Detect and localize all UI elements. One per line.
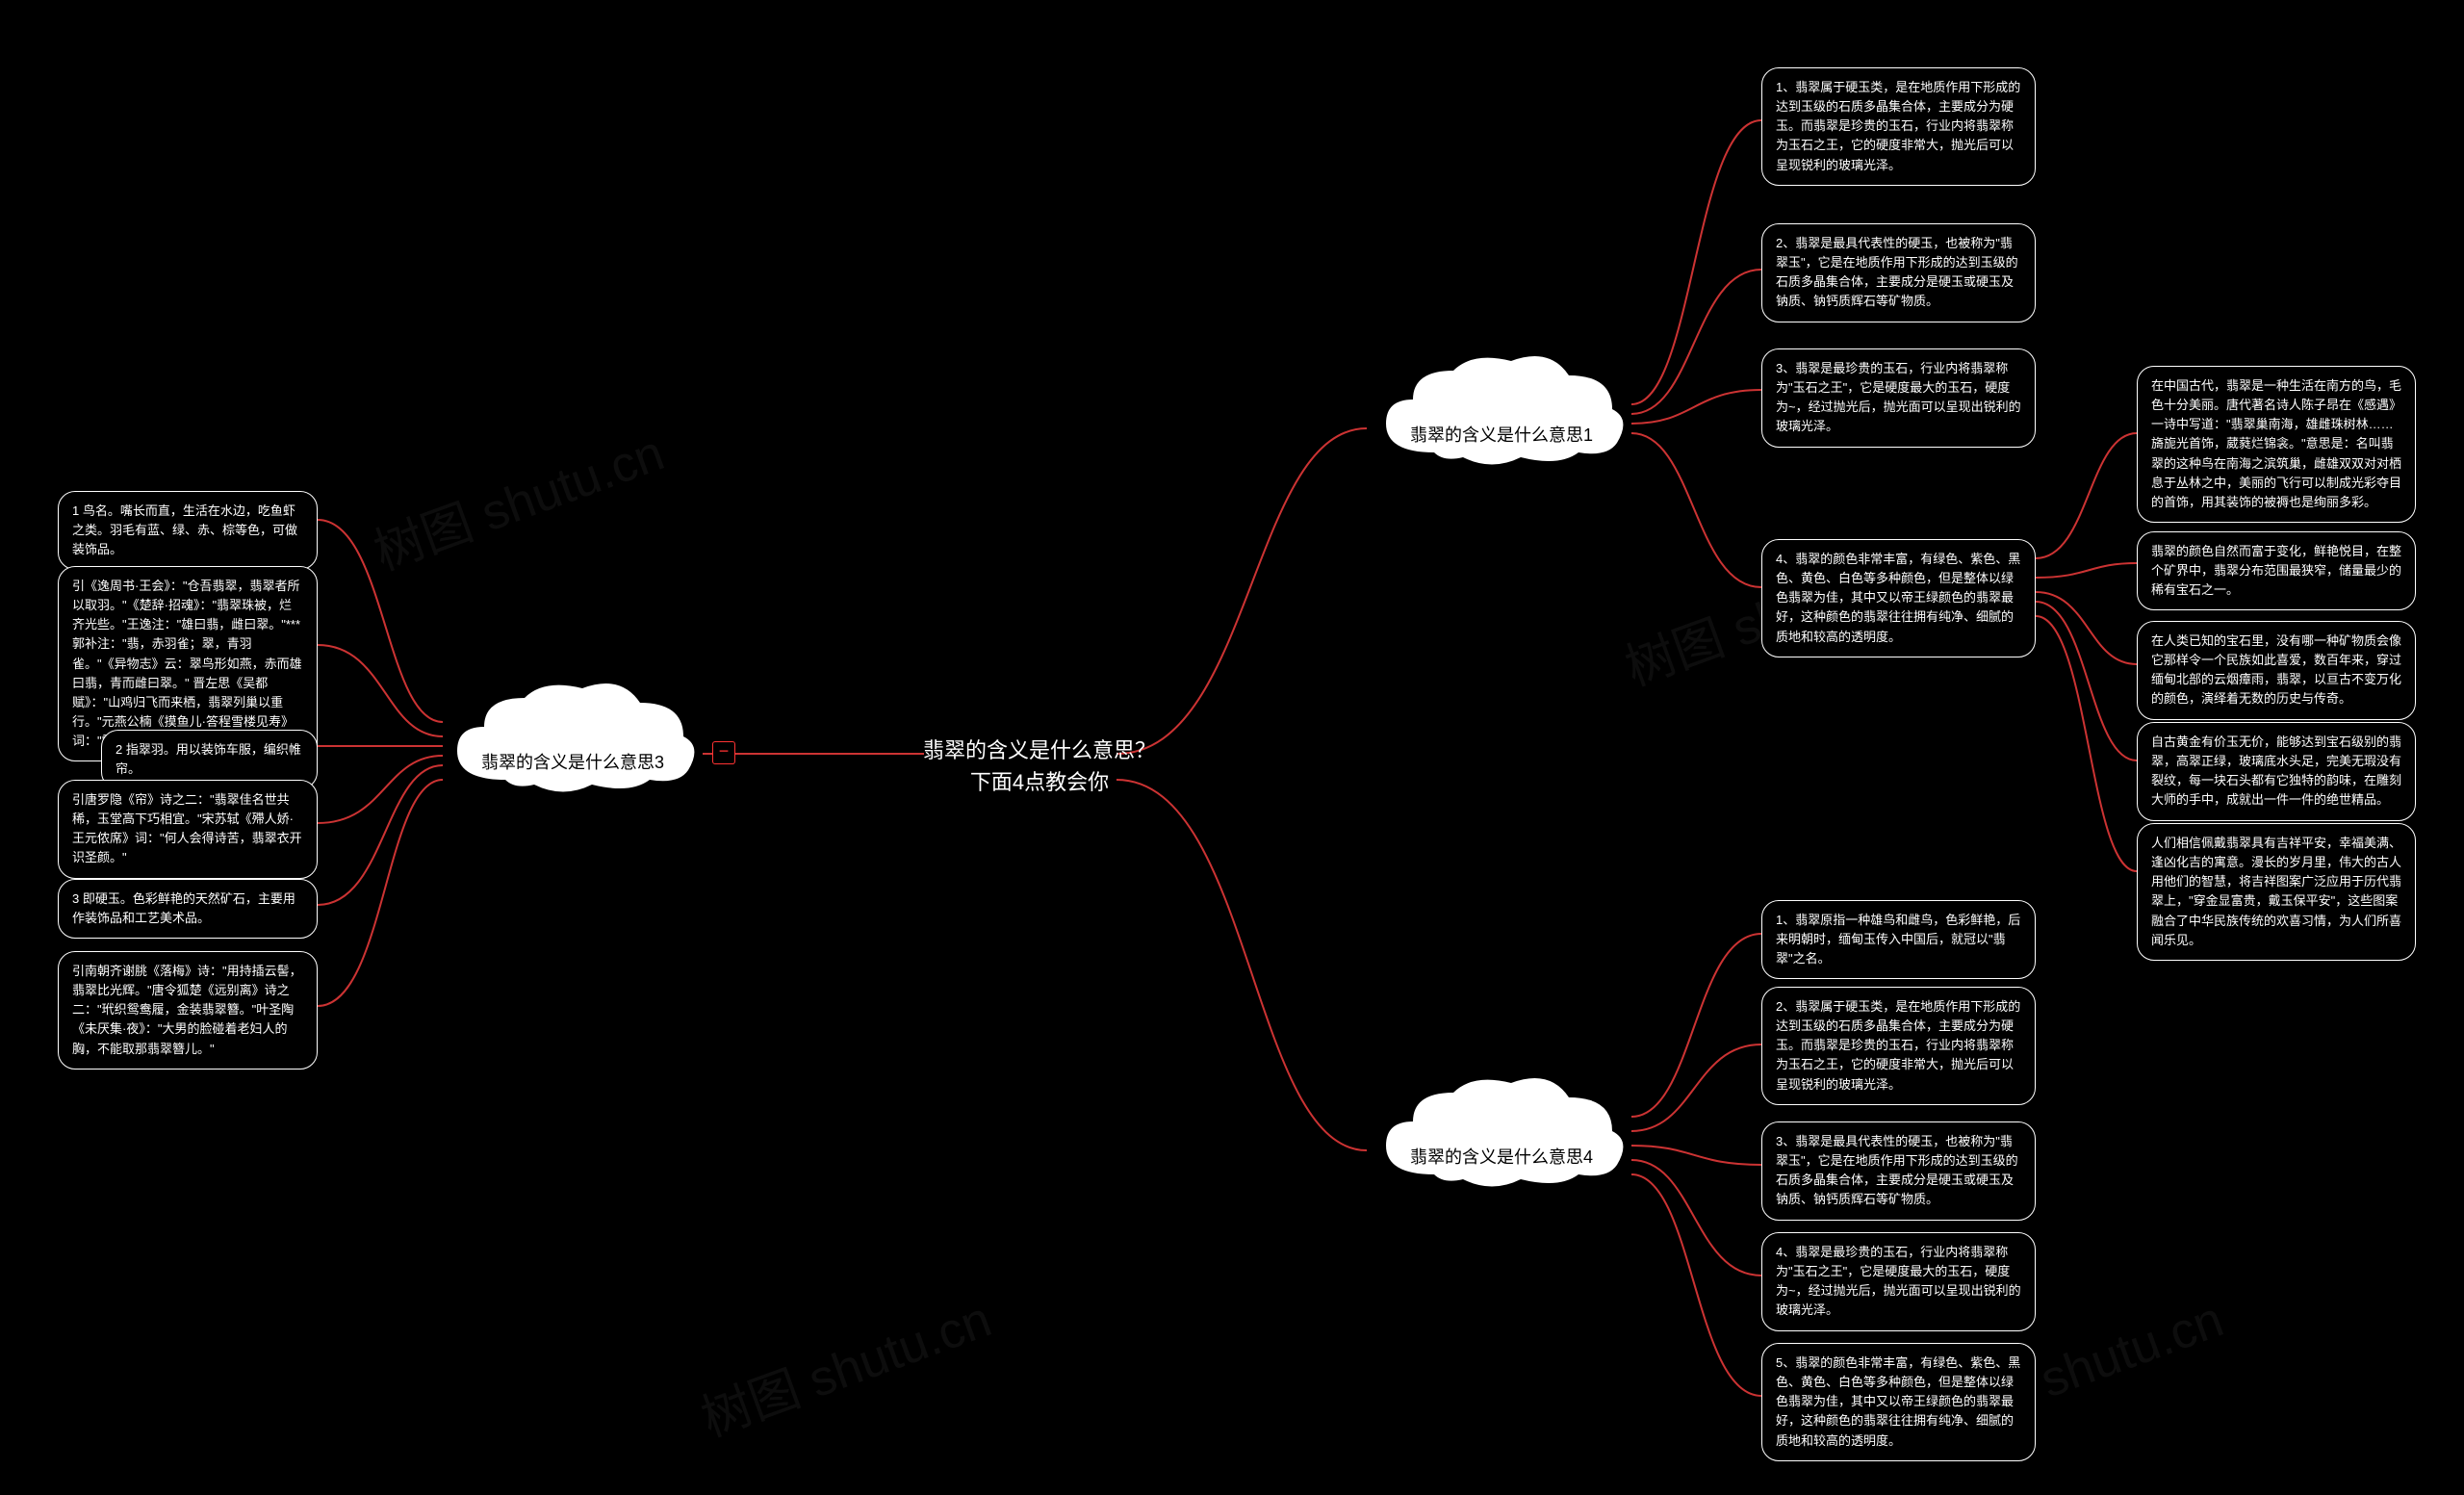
leaf-node[interactable]: 2、翡翠属于硬玉类，是在地质作用下形成的达到玉级的石质多晶集合体，主要成分为硬玉… <box>1761 987 2036 1105</box>
branch-4-label: 翡翠的含义是什么意思4 <box>1367 1144 1636 1169</box>
root-line2: 下面4点教会你 <box>970 770 1109 794</box>
leaf-node[interactable]: 1、翡翠属于硬玉类，是在地质作用下形成的达到玉级的石质多晶集合体，主要成分为硬玉… <box>1761 67 2036 186</box>
leaf-node[interactable]: 4、翡翠是最珍贵的玉石，行业内将翡翠称为"玉石之王"，它是硬度最大的玉石，硬度为… <box>1761 1232 2036 1331</box>
branch-4-node[interactable]: 翡翠的含义是什么意思4 <box>1367 1069 1636 1203</box>
watermark: 树图 shutu.cn <box>690 1278 1000 1450</box>
leaf-node[interactable]: 1、翡翠原指一种雄鸟和雌鸟，色彩鲜艳，后来明朝时，缅甸玉传入中国后，就冠以"翡翠… <box>1761 900 2036 979</box>
branch-1-label: 翡翠的含义是什么意思1 <box>1367 422 1636 447</box>
leaf-node[interactable]: 2、翡翠是最具代表性的硬玉，也被称为"翡翠玉"，它是在地质作用下形成的达到玉级的… <box>1761 223 2036 322</box>
watermark: 树图 shutu.cn <box>363 412 673 583</box>
leaf-node[interactable]: 3、翡翠是最珍贵的玉石，行业内将翡翠称为"玉石之王"，它是硬度最大的玉石，硬度为… <box>1761 348 2036 448</box>
leaf-node[interactable]: 引南朝齐谢朓《落梅》诗："用持插云髻，翡翠比光辉。"唐令狐楚《远别离》诗之二："… <box>58 951 318 1070</box>
leaf-node[interactable]: 4、翡翠的颜色非常丰富，有绿色、紫色、黑色、黄色、白色等多种颜色，但是整体以绿色… <box>1761 539 2036 657</box>
connector-lines <box>0 0 2464 1495</box>
leaf-node[interactable]: 在中国古代，翡翠是一种生活在南方的鸟，毛色十分美丽。唐代著名诗人陈子昂在《感遇》… <box>2137 366 2416 523</box>
leaf-node[interactable]: 翡翠的颜色自然而富于变化，鲜艳悦目，在整个矿界中，翡翠分布范围最狭窄，储量最少的… <box>2137 531 2416 610</box>
leaf-node[interactable]: 5、翡翠的颜色非常丰富，有绿色、紫色、黑色、黄色、白色等多种颜色，但是整体以绿色… <box>1761 1343 2036 1461</box>
branch-3-node[interactable]: 翡翠的含义是什么意思3 <box>438 674 707 809</box>
root-line1: 翡翠的含义是什么意思？ <box>923 738 1156 762</box>
leaf-node[interactable]: 自古黄金有价玉无价，能够达到宝石级别的翡翠，高翠正绿，玻璃底水头足，完美无瑕没有… <box>2137 722 2416 821</box>
branch-3-label: 翡翠的含义是什么意思3 <box>438 749 707 774</box>
leaf-node[interactable]: 人们相信佩戴翡翠具有吉祥平安，幸福美满、逢凶化吉的寓意。漫长的岁月里，伟大的古人… <box>2137 823 2416 961</box>
root-node[interactable]: 翡翠的含义是什么意思？ 下面4点教会你 <box>914 735 1165 798</box>
collapse-toggle[interactable]: − <box>712 741 735 764</box>
leaf-node[interactable]: 3 即硬玉。色彩鲜艳的天然矿石，主要用作装饰品和工艺美术品。 <box>58 879 318 939</box>
leaf-node[interactable]: 3、翡翠是最具代表性的硬玉，也被称为"翡翠玉"，它是在地质作用下形成的达到玉级的… <box>1761 1121 2036 1221</box>
leaf-node[interactable]: 在人类已知的宝石里，没有哪一种矿物质会像它那样令一个民族如此喜爱，数百年来，穿过… <box>2137 621 2416 720</box>
leaf-node[interactable]: 1 鸟名。嘴长而直，生活在水边，吃鱼虾之类。羽毛有蓝、绿、赤、棕等色，可做装饰品… <box>58 491 318 570</box>
leaf-node[interactable]: 引唐罗隐《帘》诗之二："翡翠佳名世共稀，玉堂高下巧相宜。"宋苏轼《殢人娇·王元侬… <box>58 780 318 879</box>
branch-1-node[interactable]: 翡翠的含义是什么意思1 <box>1367 347 1636 481</box>
